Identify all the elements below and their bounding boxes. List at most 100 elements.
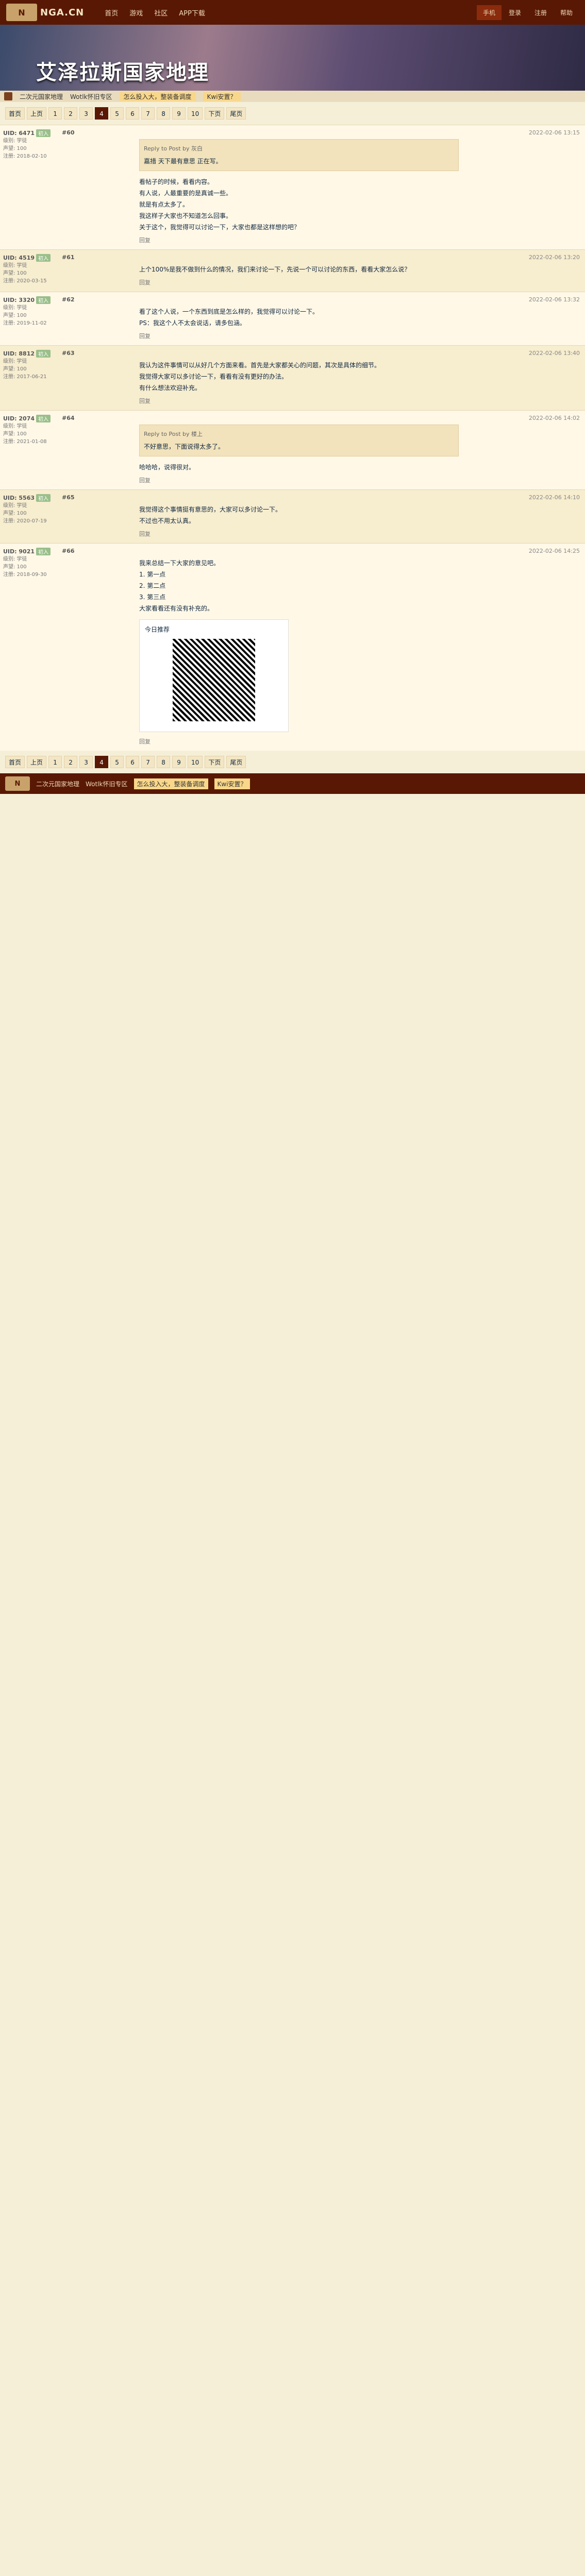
post-content: 我来总结一下大家的意见吧。 1. 第一点 2. 第二点 3. 第三点 大家看看还…: [139, 560, 220, 612]
pager-item[interactable]: 下页: [205, 756, 225, 768]
post-floor[interactable]: #65: [62, 494, 75, 501]
post-floor[interactable]: #60: [62, 129, 75, 136]
post-content: 看帖子的时候，看看内容。 有人说，人最重要的是真诚一些。 就是有点太多了。 我这…: [139, 178, 300, 231]
pager-item[interactable]: 5: [110, 756, 124, 768]
nav-home[interactable]: 首页: [105, 8, 118, 18]
pager-item[interactable]: 1: [48, 107, 62, 120]
pager-item[interactable]: 首页: [5, 107, 25, 120]
post-body: #62 2022-02-06 13:32 看了这个人说，一个东西到底是怎么样的，我觉…: [57, 292, 585, 345]
pager-item[interactable]: 10: [188, 107, 203, 120]
pager-item[interactable]: 尾页: [226, 756, 246, 768]
author-uid[interactable]: UID: 4519: [3, 255, 35, 261]
main-nav: 首页 游戏 社区 APP下载: [105, 8, 477, 18]
post-reply-link[interactable]: 回复: [62, 278, 580, 286]
pager-item[interactable]: 3: [79, 756, 93, 768]
pager-item[interactable]: 7: [141, 107, 155, 120]
post-floor[interactable]: #61: [62, 254, 75, 261]
pager-item[interactable]: 6: [126, 107, 140, 120]
author-uid[interactable]: UID: 9021: [3, 548, 35, 555]
post-floor[interactable]: #64: [62, 415, 75, 421]
pager-item[interactable]: 9: [172, 756, 186, 768]
nav-register[interactable]: 注册: [528, 5, 553, 20]
author-meta: 声望: 100: [3, 431, 27, 437]
author-uid-row: UID: 5563 初入: [3, 494, 54, 502]
author-meta: 级别: 学徒: [3, 503, 27, 509]
footer-link-4[interactable]: Kwi安置？: [214, 778, 250, 789]
author-uid[interactable]: UID: 3320: [3, 297, 35, 303]
banner-strip: 二次元国家地理 Wotlk怀旧专区 怎么投入大，整装备调度 Kwi安置？: [0, 91, 585, 102]
pager-item[interactable]: 8: [157, 756, 171, 768]
pager-item[interactable]: 2: [64, 756, 78, 768]
post: UID: 4519 初入 级别: 学徒 声望: 100 注册: 2020-03-15 #6…: [0, 249, 585, 292]
embedded-card[interactable]: 今日推荐: [139, 619, 289, 732]
post-floor[interactable]: #63: [62, 350, 75, 357]
pager-item[interactable]: 5: [110, 107, 124, 120]
post-reply-link[interactable]: 回复: [62, 332, 580, 340]
author-uid[interactable]: UID: 2074: [3, 415, 35, 422]
post-header: #66 2022-02-06 14:25: [62, 548, 580, 554]
author-tag: 初入: [36, 548, 51, 555]
post-header: #63 2022-02-06 13:40: [62, 350, 580, 357]
pager-item[interactable]: 2: [64, 107, 78, 120]
nav-help[interactable]: 帮助: [554, 5, 579, 20]
author-meta: 声望: 100: [3, 270, 27, 276]
author-meta: 级别: 学徒: [3, 359, 27, 364]
post-header: #60 2022-02-06 13:15: [62, 129, 580, 136]
pager-item[interactable]: 下页: [205, 107, 225, 120]
strip-link-4[interactable]: Kwi安置？: [203, 92, 241, 101]
pager-item[interactable]: 上页: [27, 756, 47, 768]
pager-item[interactable]: 6: [126, 756, 140, 768]
author-meta: 级别: 学徒: [3, 305, 27, 311]
bottom-bar: N 二次元国家地理 Wotlk怀旧专区 怎么投入大，整装备调度 Kwi安置？: [0, 773, 585, 794]
nav-games[interactable]: 游戏: [129, 8, 143, 18]
nav-community[interactable]: 社区: [154, 8, 168, 18]
nav-mobile[interactable]: 手机: [476, 5, 502, 20]
quote-reply-to[interactable]: Reply to Post by 灰白: [144, 144, 454, 154]
pager-item[interactable]: 4: [95, 756, 109, 768]
author-tag: 初入: [36, 254, 51, 262]
post-reply-link[interactable]: 回复: [62, 236, 580, 244]
pager-item[interactable]: 尾页: [226, 107, 246, 120]
post-content: 我认为这件事情可以从好几个方面来看。首先是大家都关心的问题，其次是具体的细节。 …: [139, 362, 381, 392]
site-logo[interactable]: N NGA.CN: [6, 4, 84, 21]
author-uid[interactable]: UID: 8812: [3, 350, 35, 357]
footer-link-3[interactable]: 怎么投入大，整装备调度: [133, 778, 208, 789]
strip-link-1[interactable]: 二次元国家地理: [20, 92, 63, 101]
footer-link-2[interactable]: Wotlk怀旧专区: [86, 779, 128, 788]
author-uid-row: UID: 4519 初入: [3, 254, 54, 262]
forum-icon: [4, 92, 12, 100]
pager-item[interactable]: 1: [48, 756, 62, 768]
pager-item[interactable]: 首页: [5, 756, 25, 768]
author-tag: 初入: [36, 415, 51, 422]
author-meta: 声望: 100: [3, 564, 27, 570]
post-time: 2022-02-06 14:25: [528, 548, 580, 554]
nav-login[interactable]: 登录: [503, 5, 527, 20]
post-reply-link[interactable]: 回复: [62, 737, 580, 745]
pager-item[interactable]: 10: [188, 756, 203, 768]
quote-text: 不好意思，下面说得太多了。: [144, 443, 225, 450]
post-floor[interactable]: #66: [62, 548, 75, 554]
post-reply-link[interactable]: 回复: [62, 530, 580, 538]
pager-item[interactable]: 7: [141, 756, 155, 768]
pager-item[interactable]: 8: [157, 107, 171, 120]
pager-item[interactable]: 3: [79, 107, 93, 120]
strip-link-2[interactable]: Wotlk怀旧专区: [70, 92, 112, 101]
card-title: 今日推荐: [145, 626, 170, 633]
strip-link-3[interactable]: 怎么投入大，整装备调度: [119, 92, 196, 101]
post-reply-link[interactable]: 回复: [62, 397, 580, 405]
author-tag: 初入: [36, 350, 51, 358]
post-author-panel: UID: 9021 初入 级别: 学徒 声望: 100 注册: 2018-09-30: [0, 544, 57, 751]
pager-item[interactable]: 上页: [27, 107, 47, 120]
pager-item[interactable]: 9: [172, 107, 186, 120]
author-uid[interactable]: UID: 5563: [3, 495, 35, 501]
pager-item[interactable]: 4: [95, 107, 109, 120]
forum-title: 艾泽拉斯国家地理: [36, 60, 209, 84]
top-navbar: N NGA.CN 首页 游戏 社区 APP下载 手机 登录 注册 帮助: [0, 0, 585, 25]
nav-app-download[interactable]: APP下载: [179, 8, 205, 18]
author-uid[interactable]: UID: 6471: [3, 130, 35, 137]
pager-bottom: 首页 上页 1 2 3 4 5 6 7 8 9 10 下页 尾页: [0, 751, 585, 773]
footer-link-1[interactable]: 二次元国家地理: [36, 779, 79, 788]
post-floor[interactable]: #62: [62, 296, 75, 303]
post-reply-link[interactable]: 回复: [62, 476, 580, 484]
quote-reply-to[interactable]: Reply to Post by 楼上: [144, 429, 454, 439]
